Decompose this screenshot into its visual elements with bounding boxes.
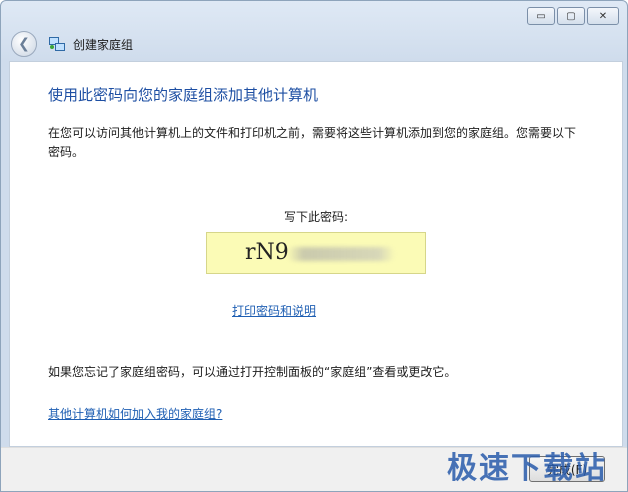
nav-row: ❮ 创建家庭组 [11, 31, 133, 57]
homegroup-icon [49, 36, 65, 52]
password-text: rN9 [245, 240, 289, 265]
forgot-password-text: 如果您忘记了家庭组密码，可以通过打开控制面板的“家庭组”查看或更改它。 [48, 365, 457, 379]
password-redaction [287, 247, 395, 261]
join-homegroup-link[interactable]: 其他计算机如何加入我的家庭组? [48, 405, 222, 422]
print-password-link[interactable]: 打印密码和说明 [232, 302, 316, 319]
maximize-button[interactable]: ▢ [557, 7, 585, 25]
wizard-window: ▭ ▢ ✕ ❮ 创建家庭组 使用此密码向您的家庭组添加其他计算机 在您可以访问其… [0, 0, 628, 492]
page-heading: 使用此密码向您的家庭组添加其他计算机 [48, 86, 319, 104]
close-button[interactable]: ✕ [587, 7, 619, 25]
password-box: rN9 [206, 232, 426, 274]
password-label: 写下此密码: [283, 210, 349, 224]
back-arrow-icon: ❮ [18, 36, 30, 52]
watermark-logo: 极速下载站 [447, 451, 607, 486]
window-title: 创建家庭组 [73, 37, 134, 52]
caption-buttons: ▭ ▢ ✕ [527, 7, 619, 25]
description-text: 在您可以访问其他计算机上的文件和打印机之前，需要将这些计算机添加到您的家庭组。您… [48, 126, 577, 159]
minimize-button[interactable]: ▭ [527, 7, 555, 25]
content-panel: 使用此密码向您的家庭组添加其他计算机 在您可以访问其他计算机上的文件和打印机之前… [9, 61, 623, 447]
back-button[interactable]: ❮ [11, 31, 37, 57]
